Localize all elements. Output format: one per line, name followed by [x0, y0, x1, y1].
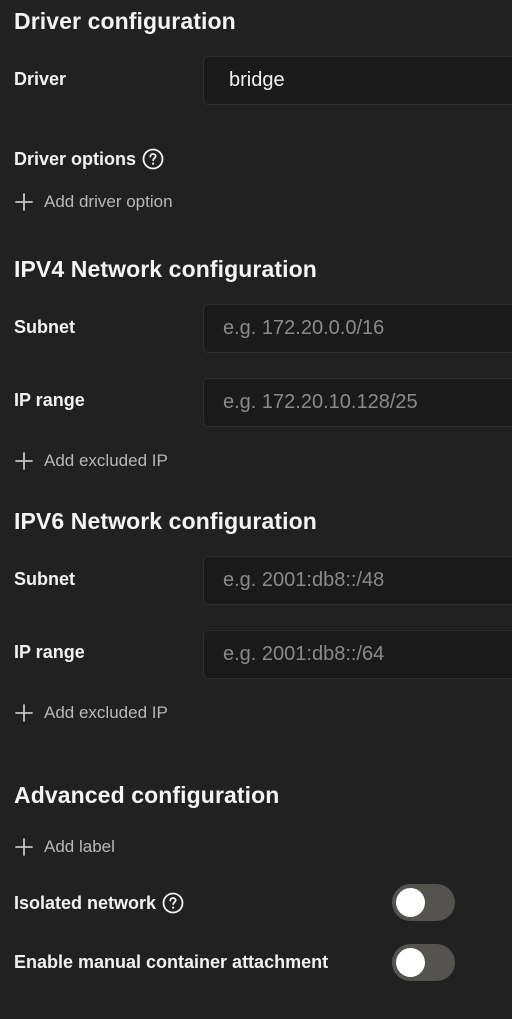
driver-value: bridge — [229, 69, 285, 91]
toggle-knob — [396, 948, 425, 977]
ipv6-add-excluded-ip-button[interactable]: Add excluded IP — [14, 703, 168, 723]
add-driver-option-button[interactable]: Add driver option — [14, 192, 173, 212]
ipv4-ip-range-label: IP range — [14, 390, 85, 410]
driver-options-row: Driver options — [14, 148, 164, 170]
driver-label: Driver — [14, 69, 67, 89]
ipv4-subnet-field[interactable] — [203, 304, 512, 353]
plus-icon — [15, 452, 33, 470]
manual-attachment-label: Enable manual container attachment — [14, 952, 329, 972]
ipv4-ip-range-field[interactable] — [203, 378, 512, 427]
ipv6-title: IPV6 Network configuration — [14, 508, 317, 534]
add-driver-option-label: Add driver option — [44, 192, 173, 211]
ipv6-subnet-field[interactable] — [203, 556, 512, 605]
ipv6-ip-range-label: IP range — [14, 642, 85, 662]
driver-select[interactable]: bridge — [203, 56, 512, 105]
plus-icon — [15, 704, 33, 722]
add-label-text: Add label — [44, 837, 115, 856]
advanced-config-title: Advanced configuration — [14, 782, 280, 808]
driver-config-title: Driver configuration — [14, 8, 236, 34]
ipv6-ip-range-field[interactable] — [203, 630, 512, 679]
plus-icon — [15, 193, 33, 211]
ipv4-ip-range-input[interactable] — [223, 391, 512, 414]
isolated-network-toggle[interactable] — [392, 884, 455, 921]
toggle-knob — [396, 888, 425, 917]
help-icon[interactable] — [162, 892, 184, 914]
ipv6-subnet-label: Subnet — [14, 569, 75, 589]
ipv4-title: IPV4 Network configuration — [14, 256, 317, 282]
add-label-button[interactable]: Add label — [14, 837, 115, 857]
ipv6-ip-range-input[interactable] — [223, 643, 512, 666]
ipv4-subnet-input[interactable] — [223, 317, 512, 340]
ipv6-subnet-input[interactable] — [223, 569, 512, 592]
driver-options-label: Driver options — [14, 148, 137, 169]
plus-icon — [15, 838, 33, 856]
isolated-network-row: Isolated network — [14, 892, 184, 914]
ipv6-add-excluded-ip-label: Add excluded IP — [44, 703, 168, 722]
ipv4-add-excluded-ip-label: Add excluded IP — [44, 451, 168, 470]
isolated-network-label: Isolated network — [14, 892, 157, 913]
ipv4-subnet-label: Subnet — [14, 317, 75, 337]
ipv4-add-excluded-ip-button[interactable]: Add excluded IP — [14, 451, 168, 471]
manual-attachment-toggle[interactable] — [392, 944, 455, 981]
help-icon[interactable] — [142, 148, 164, 170]
